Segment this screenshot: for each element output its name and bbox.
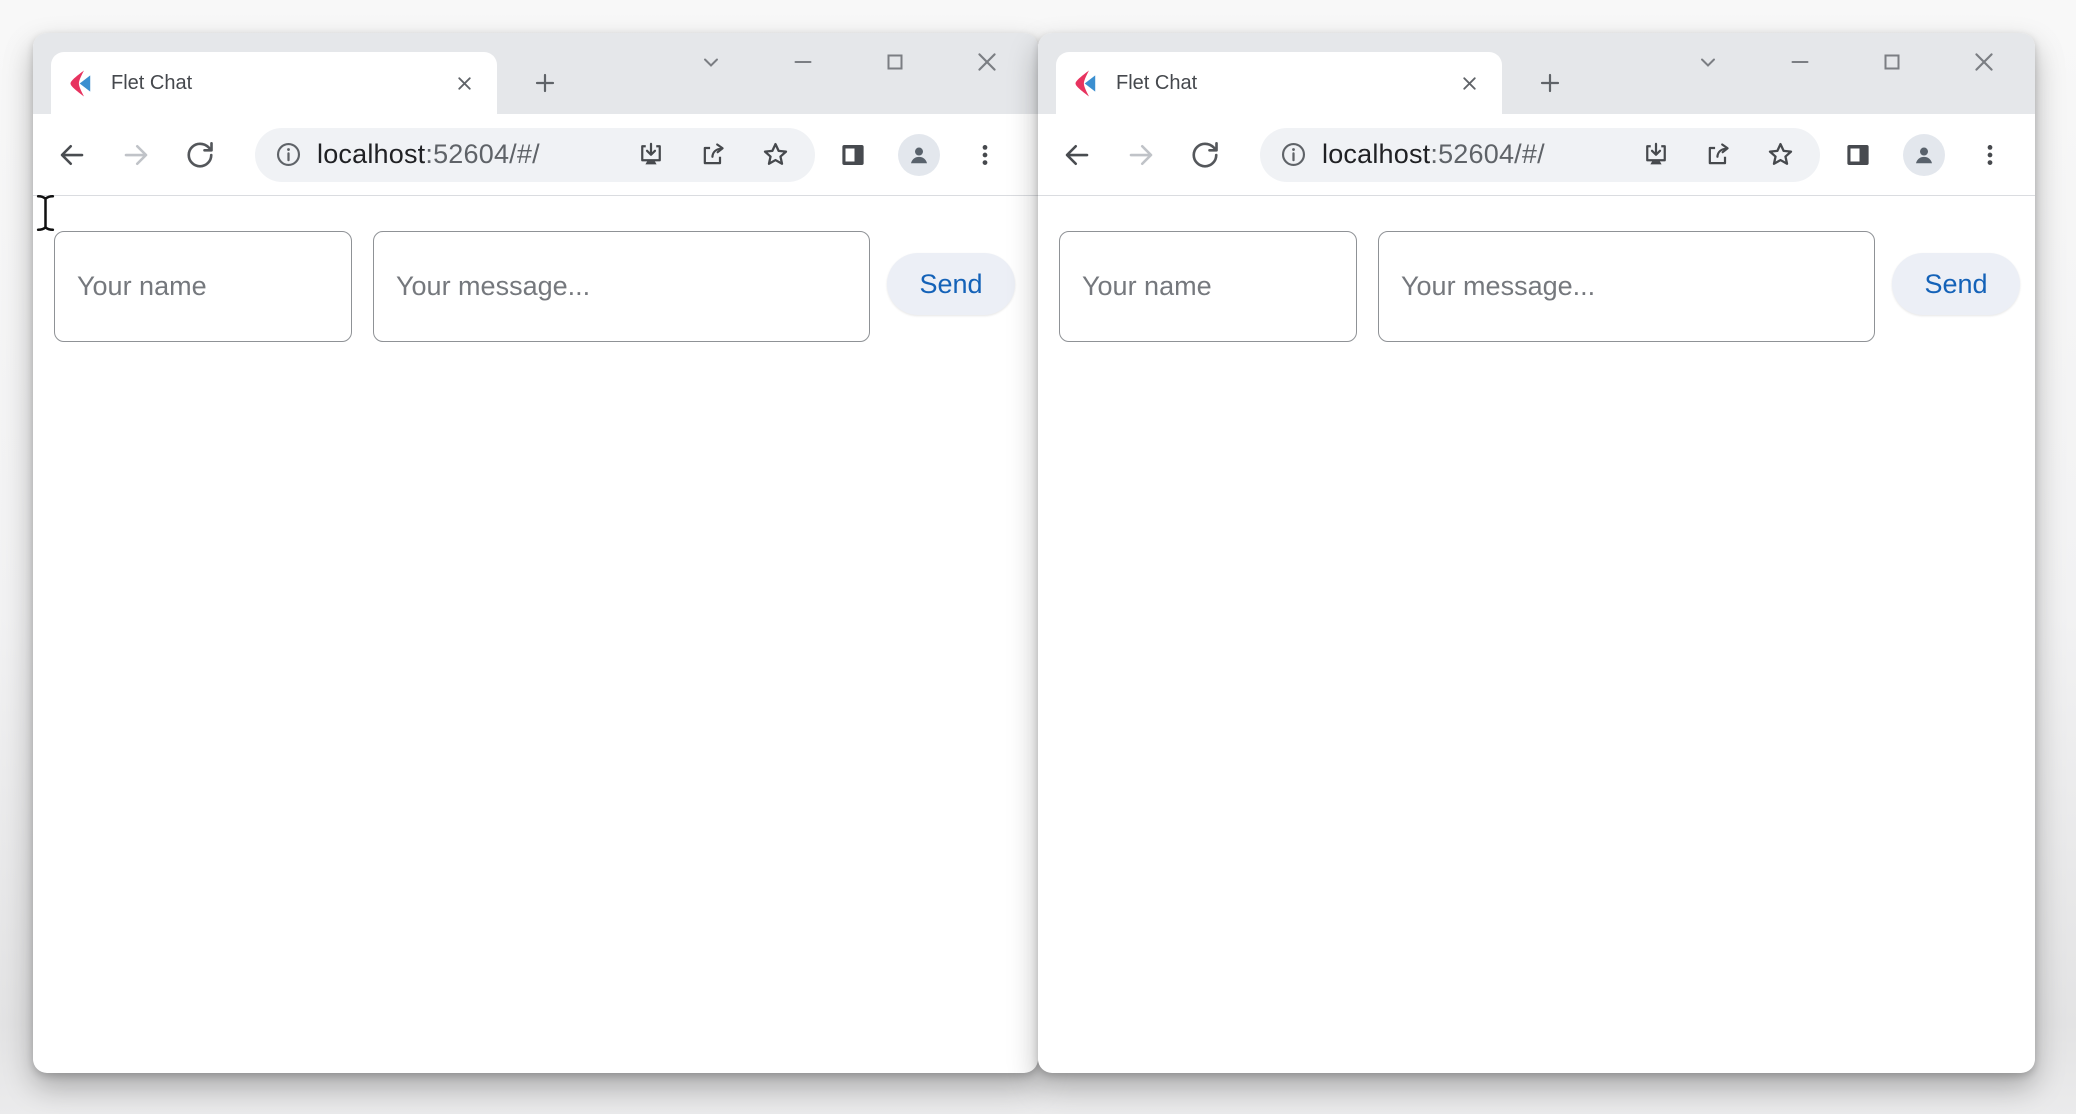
url-text[interactable]: localhost:52604/#/ [317,139,540,170]
close-window-button[interactable] [967,42,1007,82]
browser-window-left: Flet Chat [33,33,1038,1073]
back-icon[interactable] [1055,133,1099,177]
maximize-button[interactable] [875,42,915,82]
install-app-icon[interactable] [1636,135,1676,175]
window-controls [691,42,1007,82]
your-message-input[interactable] [373,231,870,342]
tab-close-icon[interactable] [1452,66,1486,100]
side-panel-icon[interactable] [831,133,875,177]
profile-avatar-icon[interactable] [897,133,941,177]
new-tab-button[interactable] [1530,63,1570,103]
page-content: Send [33,196,1038,1072]
toolbar-right-group [1836,133,2034,177]
close-window-button[interactable] [1964,42,2004,82]
browser-toolbar: localhost:52604/#/ [1038,114,2035,196]
install-app-icon[interactable] [631,135,671,175]
your-message-input[interactable] [1378,231,1875,342]
minimize-button[interactable] [1780,42,1820,82]
flet-logo-icon [1072,70,1099,97]
share-icon[interactable] [693,135,733,175]
page-content: Send [1038,196,2035,1072]
address-bar[interactable]: localhost:52604/#/ [255,128,815,182]
send-button[interactable]: Send [1892,253,2020,315]
your-name-input[interactable] [54,231,352,342]
tab-close-icon[interactable] [447,66,481,100]
tab-strip: Flet Chat [33,33,1038,114]
minimize-button[interactable] [783,42,823,82]
forward-icon[interactable] [1119,133,1163,177]
reload-icon[interactable] [178,133,222,177]
new-tab-button[interactable] [525,63,565,103]
your-name-input[interactable] [1059,231,1357,342]
browser-toolbar: localhost:52604/#/ [33,114,1038,196]
flet-logo-icon [67,70,94,97]
menu-dots-icon[interactable] [963,133,1007,177]
maximize-button[interactable] [1872,42,1912,82]
browser-tab[interactable]: Flet Chat [51,52,497,114]
url-path: :52604/#/ [1430,139,1544,169]
browser-window-right: Flet Chat [1038,33,2035,1073]
send-button[interactable]: Send [887,253,1015,315]
bookmark-star-icon[interactable] [755,135,795,175]
share-icon[interactable] [1698,135,1738,175]
tab-search-chevron-icon[interactable] [691,42,731,82]
toolbar-right-group [831,133,1029,177]
tab-title: Flet Chat [111,72,447,95]
address-bar[interactable]: localhost:52604/#/ [1260,128,1820,182]
window-controls [1688,42,2004,82]
tab-search-chevron-icon[interactable] [1688,42,1728,82]
site-info-icon[interactable] [1280,141,1307,168]
back-icon[interactable] [50,133,94,177]
tab-strip: Flet Chat [1038,33,2035,114]
tab-title: Flet Chat [1116,72,1452,95]
url-host: localhost [317,139,425,169]
url-host: localhost [1322,139,1430,169]
url-text[interactable]: localhost:52604/#/ [1322,139,1545,170]
reload-icon[interactable] [1183,133,1227,177]
site-info-icon[interactable] [275,141,302,168]
text-ibeam-cursor [35,193,56,233]
browser-tab[interactable]: Flet Chat [1056,52,1502,114]
menu-dots-icon[interactable] [1968,133,2012,177]
url-path: :52604/#/ [425,139,539,169]
forward-icon[interactable] [114,133,158,177]
bookmark-star-icon[interactable] [1760,135,1800,175]
profile-avatar-icon[interactable] [1902,133,1946,177]
side-panel-icon[interactable] [1836,133,1880,177]
